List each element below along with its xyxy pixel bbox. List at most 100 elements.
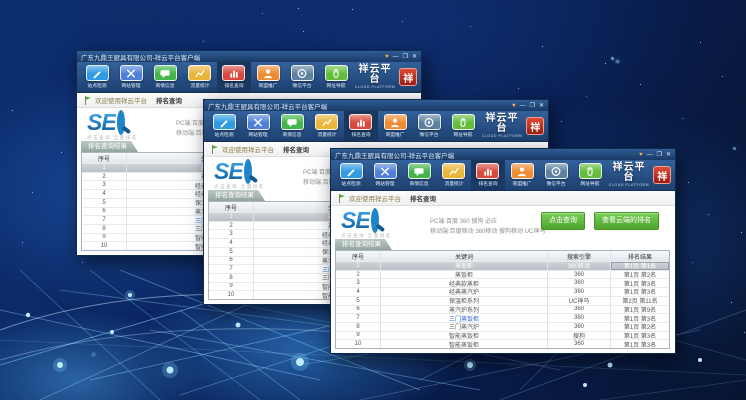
cell-rank: 第1页 第9名 [611,306,669,314]
toolbar-item-label: 商情信息 [283,131,302,138]
cell-rank: 第1页 第3名 [611,314,669,322]
magnifier-icon [244,163,252,181]
table-row[interactable]: 5 保温柜系列 UC神马 第2页 第11名 [336,296,669,305]
window-titlebar[interactable]: 广东九鼎王厨具有限公司-祥云平台客户端 ♥ — ❐ ✕ [204,100,548,111]
welcome-bar: 欢迎使用祥云平台 排名查询 [331,191,675,206]
starfield-background [0,0,1,1]
window-controls: ♥ — ❐ ✕ [639,152,671,158]
toolbar-item-label: 商盟推广 [259,82,278,89]
table-row[interactable]: 2 蒸饭柜 360 第1页 第2名 [336,270,669,279]
maximize-icon[interactable]: ❐ [403,54,408,60]
toolbar-item-alliance-promo[interactable]: 商盟推广 [251,62,285,92]
engine-list: PC端:百度 360 搜狗 必应 移动端:百度移动 360移动 搜狗移动 UC神… [430,218,545,237]
window-titlebar[interactable]: 广东九鼎王厨具有限公司-祥云平台客户端 ♥ — ❐ ✕ [77,51,421,62]
query-button[interactable]: 点击查询 [541,212,585,230]
tools-icon [374,163,397,179]
toolbar-item-traffic-stats[interactable]: 流量统计 [310,111,344,141]
toolbar-item-business-info[interactable]: 商情信息 [148,62,182,92]
tools-icon [120,65,143,81]
brand-logo: 祥云平台 CLOUD PLATFORM 祥 [354,62,419,92]
toolbar-item-business-info[interactable]: 商情信息 [402,160,436,190]
cell-keyword: 蒸汽炉系列 [381,306,548,314]
toolbar-item-alliance-promo[interactable]: 商盟推广 [378,111,412,141]
close-icon[interactable]: ✕ [412,54,417,60]
table-row[interactable]: 7 三门蒸饭柜 360 第1页 第3名 [336,313,669,322]
window-controls: ♥ — ❐ ✕ [385,54,417,60]
close-icon[interactable]: ✕ [666,152,671,158]
line-chart-icon [442,163,465,179]
seo-logo: SE 点击查询 全面排名 [87,111,173,141]
section-title: 排名查询 [283,144,309,154]
cell-keyword: 智能蒸饭柜 [381,332,548,340]
pencil-icon [213,114,236,130]
toolbar-item-business-info[interactable]: 商情信息 [275,111,309,141]
toolbar-item-site-check[interactable]: 站点检测 [334,160,368,190]
maximize-icon[interactable]: ❐ [530,103,535,109]
cell-rank: 第1页 第3名 [611,288,669,296]
toolbar-item-label: 网址导航 [454,131,473,138]
table-row[interactable]: 6 蒸汽炉系列 360 第1页 第9名 [336,305,669,314]
mouse-icon [579,163,602,179]
minimize-icon[interactable]: — [520,103,526,109]
tab-rank-results[interactable]: 排名查询结果 [335,239,392,250]
cell-no: 4 [82,190,127,198]
toolbar-item-label: 网站管理 [249,131,268,138]
minimize-icon[interactable]: — [393,54,399,60]
toolbar-item-rank-query[interactable]: 排名查询 [217,62,251,92]
toolbar-item-traffic-stats[interactable]: 流量统计 [437,160,471,190]
table-row[interactable]: 10 智能蒸饭柜 360 第1页 第3名 [336,339,669,348]
toolbar-item-alliance-promo[interactable]: 商盟推广 [505,160,539,190]
seo-slogan: 点击查询 全面排名 [87,135,173,141]
window-title: 广东九鼎王厨具有限公司-祥云平台客户端 [81,52,200,62]
skin-icon[interactable]: ♥ [639,152,643,158]
toolbar-item-rank-query[interactable]: 排名查询 [471,160,505,190]
cell-no: 10 [209,291,254,299]
window-titlebar[interactable]: 广东九鼎王厨具有限公司-祥云平台客户端 ♥ — ❐ ✕ [331,149,675,160]
maximize-icon[interactable]: ❐ [657,152,662,158]
toolbar-item-site-nav[interactable]: 网址导航 [446,111,480,141]
toolbar-item-wechat-platform[interactable]: 微信平台 [539,160,573,190]
cell-keyword: 蒸饭柜 [381,262,548,270]
line-chart-icon [315,114,338,130]
toolbar-item-label: 站点检测 [88,82,107,89]
table-row[interactable]: 9 智能蒸饭柜 搜狗 第1页 第3名 [336,331,669,340]
cell-no: 3 [209,230,254,238]
cell-no: 3 [336,279,381,287]
toolbar-item-label: 站点检测 [215,131,234,138]
cell-no: 9 [82,234,127,242]
main-toolbar: 站点检测 网站管理 商情信息 流量统计 排名查询 [331,160,675,191]
toolbar-item-site-manage[interactable]: 网站管理 [241,111,275,141]
magnifier-icon [117,114,125,132]
cell-no: 7 [336,314,381,322]
toolbar-item-site-manage[interactable]: 网站管理 [368,160,402,190]
cloud-rank-button[interactable]: 查看云端的排名 [594,212,659,230]
toolbar-item-site-nav[interactable]: 网址导航 [319,62,353,92]
toolbar-item-traffic-stats[interactable]: 流量统计 [183,62,217,92]
minimize-icon[interactable]: — [647,152,653,158]
toolbar-item-site-check[interactable]: 站点检测 [207,111,241,141]
toolbar-item-site-nav[interactable]: 网址导航 [573,160,607,190]
pc-engines-line: PC端:百度 360 搜狗 必应 [430,218,545,228]
column-header-no: 序号 [336,251,381,261]
toolbar-item-site-manage[interactable]: 网站管理 [114,62,148,92]
table-row[interactable]: 8 三门蒸汽炉 360 第1页 第2名 [336,322,669,331]
brand-name: 祥云平台 [354,65,397,86]
cell-keyword: 智能蒸饭柜 [381,340,548,348]
toolbar-item-rank-query[interactable]: 排名查询 [344,111,378,141]
close-icon[interactable]: ✕ [539,103,544,109]
tab-rank-results[interactable]: 排名查询结果 [81,141,138,152]
toolbar-item-wechat-platform[interactable]: 微信平台 [412,111,446,141]
cell-rank: 第1页 第2名 [611,271,669,279]
cell-no: 9 [336,332,381,340]
skin-icon[interactable]: ♥ [512,103,516,109]
brand-badge-icon: 祥 [399,68,417,86]
toolbar-item-site-check[interactable]: 站点检测 [80,62,114,92]
table-row[interactable]: 3 经典款蒸柜 360 第1页 第3名 [336,278,669,287]
chat-icon [154,65,177,81]
table-row[interactable]: 1 蒸饭柜 360移动 第1页 第1名 [336,261,669,270]
window-title: 广东九鼎王厨具有限公司-祥云平台客户端 [208,101,327,111]
tab-rank-results[interactable]: 排名查询结果 [208,190,265,201]
toolbar-item-wechat-platform[interactable]: 微信平台 [285,62,319,92]
skin-icon[interactable]: ♥ [385,54,389,60]
table-row[interactable]: 4 经典蒸汽炉 360 第1页 第3名 [336,287,669,296]
